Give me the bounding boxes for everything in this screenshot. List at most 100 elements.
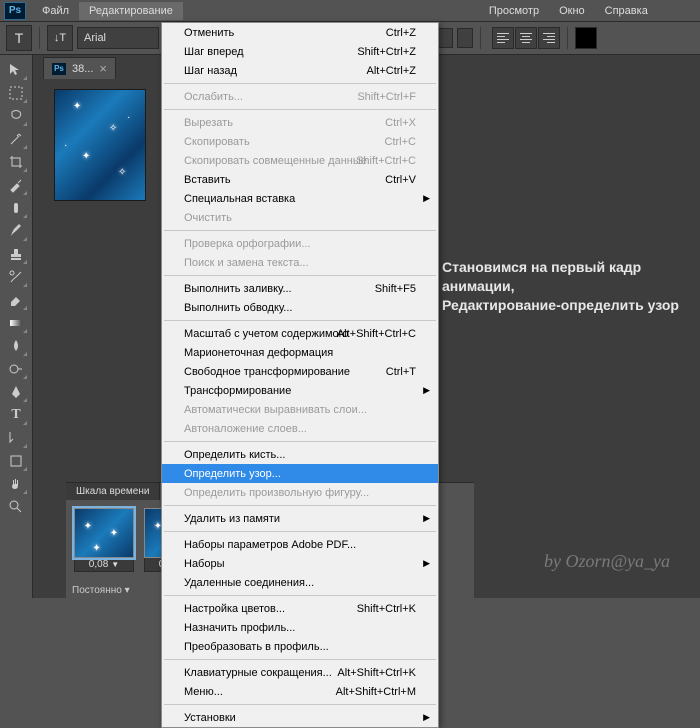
menu-item-скопировать-совмещенные-данные: Скопировать совмещенные данныеShift+Ctrl… (162, 151, 438, 170)
gradient-tool[interactable] (4, 312, 28, 334)
menu-item-shortcut: Ctrl+V (385, 174, 416, 186)
menu-item-поиск-и-замена-текста-: Поиск и замена текста... (162, 253, 438, 272)
close-tab-icon[interactable]: × (99, 61, 107, 76)
menu-item-наборы[interactable]: Наборы▶ (162, 554, 438, 573)
menu-edit[interactable]: Редактирование (79, 2, 183, 20)
tutorial-annotation: Становимся на первый кадр анимации, Реда… (442, 258, 692, 315)
menu-item-label: Отменить (184, 27, 234, 39)
history-brush-tool[interactable] (4, 266, 28, 288)
marquee-tool[interactable] (4, 82, 28, 104)
menu-item-label: Очистить (184, 212, 232, 224)
align-right-button[interactable] (538, 27, 560, 49)
stamp-tool[interactable] (4, 243, 28, 265)
aa-sharp-icon[interactable] (437, 28, 453, 48)
document-tab-label: 38... (72, 63, 93, 75)
submenu-arrow-icon: ▶ (423, 385, 430, 396)
menu-item-настройка-цветов-[interactable]: Настройка цветов...Shift+Ctrl+K (162, 599, 438, 618)
menu-item-шаг-вперед[interactable]: Шаг впередShift+Ctrl+Z (162, 42, 438, 61)
menu-item-определить-кисть-[interactable]: Определить кисть... (162, 445, 438, 464)
heal-tool[interactable] (4, 197, 28, 219)
align-center-button[interactable] (515, 27, 537, 49)
menu-item-назначить-профиль-[interactable]: Назначить профиль... (162, 618, 438, 637)
ps-file-icon: Ps (52, 63, 66, 75)
wand-tool[interactable] (4, 128, 28, 150)
menu-item-удаленные-соединения-[interactable]: Удаленные соединения... (162, 573, 438, 592)
menu-item-shortcut: Ctrl+X (385, 117, 416, 129)
menu-separator (164, 441, 436, 442)
menu-item-отменить[interactable]: ОтменитьCtrl+Z (162, 23, 438, 42)
menu-separator (164, 595, 436, 596)
menu-item-вставить[interactable]: ВставитьCtrl+V (162, 170, 438, 189)
menu-item-трансформирование[interactable]: Трансформирование ▶ (162, 381, 438, 400)
text-orientation-icon[interactable]: ↓T (47, 25, 73, 51)
document-tab[interactable]: Ps 38... × (43, 57, 116, 79)
menu-view[interactable]: Просмотр (479, 2, 549, 20)
menu-item-shortcut: Alt+Ctrl+Z (366, 65, 416, 77)
document-canvas[interactable]: ✦ ✧ ✦ ✧ · · (55, 90, 145, 200)
menu-item-shortcut: Shift+Ctrl+K (357, 603, 416, 615)
timeline-loop-label[interactable]: Постоянно ▾ (72, 585, 130, 596)
edit-menu-dropdown: ОтменитьCtrl+ZШаг впередShift+Ctrl+ZШаг … (161, 22, 439, 728)
aa-crisp-icon[interactable] (457, 28, 473, 48)
menu-item-установки[interactable]: Установки ▶ (162, 708, 438, 727)
menu-item-свободное-трансформирование[interactable]: Свободное трансформированиеCtrl+T (162, 362, 438, 381)
menu-item-меню-[interactable]: Меню...Alt+Shift+Ctrl+M (162, 682, 438, 701)
menu-item-shortcut: Alt+Shift+Ctrl+C (337, 328, 416, 340)
menu-separator (164, 83, 436, 84)
color-swatch[interactable] (575, 27, 597, 49)
menu-item-скопировать: СкопироватьCtrl+C (162, 132, 438, 151)
menu-item-определить-узор-[interactable]: Определить узор... (162, 464, 438, 483)
menu-item-label: Меню... (184, 686, 223, 698)
frame-thumbnail[interactable]: 1✦✦✦ (74, 508, 134, 558)
pen-tool[interactable] (4, 381, 28, 403)
frame-duration[interactable]: 0,08▼ (74, 558, 134, 572)
lasso-tool[interactable] (4, 105, 28, 127)
menu-item-специальная-вставка[interactable]: Специальная вставка▶ (162, 189, 438, 208)
path-tool[interactable] (4, 427, 28, 449)
menu-window[interactable]: Окно (549, 2, 595, 20)
submenu-arrow-icon: ▶ (423, 193, 430, 204)
menu-file[interactable]: Файл (32, 2, 79, 20)
menu-item-шаг-назад[interactable]: Шаг назадAlt+Ctrl+Z (162, 61, 438, 80)
menu-item-преобразовать-в-профиль-[interactable]: Преобразовать в профиль... (162, 637, 438, 656)
dodge-tool[interactable] (4, 358, 28, 380)
timeline-tab[interactable]: Шкала времени (66, 483, 160, 500)
menu-item-label: Выполнить заливку... (184, 283, 292, 295)
brush-tool[interactable] (4, 220, 28, 242)
menu-item-клавиатурные-сокращения-[interactable]: Клавиатурные сокращения...Alt+Shift+Ctrl… (162, 663, 438, 682)
align-left-button[interactable] (492, 27, 514, 49)
blur-tool[interactable] (4, 335, 28, 357)
tool-preset-icon[interactable]: T (6, 25, 32, 51)
submenu-arrow-icon: ▶ (423, 513, 430, 524)
font-family-combo[interactable]: Arial (77, 27, 159, 49)
crop-tool[interactable] (4, 151, 28, 173)
menu-separator (164, 704, 436, 705)
menu-item-выполнить-обводку-[interactable]: Выполнить обводку... (162, 298, 438, 317)
menu-separator (164, 320, 436, 321)
menu-item-масштаб-с-учетом-содержимого[interactable]: Масштаб с учетом содержимогоAlt+Shift+Ct… (162, 324, 438, 343)
submenu-arrow-icon: ▶ (423, 712, 430, 723)
zoom-tool[interactable] (4, 496, 28, 518)
menu-item-наборы-параметров-adobe-pdf-[interactable]: Наборы параметров Adobe PDF... (162, 535, 438, 554)
menu-item-марионеточная-деформация[interactable]: Марионеточная деформация (162, 343, 438, 362)
menu-item-удалить-из-памяти[interactable]: Удалить из памяти▶ (162, 509, 438, 528)
shape-tool[interactable] (4, 450, 28, 472)
menu-separator (164, 230, 436, 231)
hand-tool[interactable] (4, 473, 28, 495)
menu-item-shortcut: Shift+Ctrl+F (357, 91, 416, 103)
text-tool[interactable]: T (4, 404, 28, 426)
menu-item-label: Преобразовать в профиль... (184, 641, 329, 653)
menu-item-label: Назначить профиль... (184, 622, 295, 634)
menu-item-shortcut: Shift+Ctrl+C (356, 155, 416, 167)
menu-item-label: Установки (184, 712, 236, 724)
eyedropper-tool[interactable] (4, 174, 28, 196)
menu-help[interactable]: Справка (595, 2, 658, 20)
menu-item-shortcut: Ctrl+C (385, 136, 416, 148)
eraser-tool[interactable] (4, 289, 28, 311)
menu-item-label: Удаленные соединения... (184, 577, 314, 589)
menu-item-label: Трансформирование (184, 385, 291, 397)
menu-item-выполнить-заливку-[interactable]: Выполнить заливку...Shift+F5 (162, 279, 438, 298)
move-tool[interactable] (4, 59, 28, 81)
timeline-frame[interactable]: 1✦✦✦0,08▼ (74, 508, 134, 572)
menu-item-label: Определить произвольную фигуру... (184, 487, 369, 499)
